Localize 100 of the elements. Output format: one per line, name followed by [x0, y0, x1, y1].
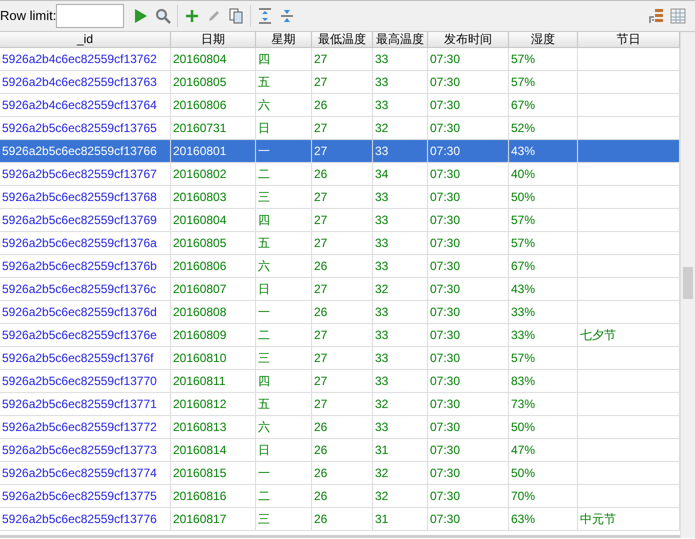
table-cell: 四 — [256, 209, 312, 232]
table-cell: 26 — [312, 255, 373, 278]
table-cell: 07:30 — [428, 508, 509, 531]
table-cell: 27 — [312, 393, 373, 416]
table-cell: 26 — [312, 485, 373, 508]
table-cell: 20160805 — [171, 232, 256, 255]
table-cell: 五 — [256, 393, 312, 416]
table-cell: 5926a2b5c6ec82559cf1376b — [0, 255, 171, 278]
column-header[interactable]: 日期 — [171, 32, 256, 48]
table-cell: 31 — [373, 508, 428, 531]
column-header[interactable]: 湿度 — [509, 32, 578, 48]
table-cell: 33% — [509, 324, 578, 347]
column-header[interactable]: 最高温度 — [373, 32, 428, 48]
table-cell: 33% — [509, 301, 578, 324]
table-cell: 5926a2b4c6ec82559cf13764 — [0, 94, 171, 117]
table-cell: 27 — [312, 140, 373, 163]
table-cell: 33 — [373, 416, 428, 439]
table-cell: 07:30 — [428, 140, 509, 163]
table-cell: 20160806 — [171, 255, 256, 278]
table-cell: 5926a2b5c6ec82559cf13766 — [0, 140, 171, 163]
table-cell: 07:30 — [428, 462, 509, 485]
table-cell: 日 — [256, 439, 312, 462]
table-cell: 07:30 — [428, 71, 509, 94]
table-cell: 33 — [373, 186, 428, 209]
table-cell: 5926a2b5c6ec82559cf13776 — [0, 508, 171, 531]
table-cell: 67% — [509, 255, 578, 278]
table-cell: 一 — [256, 140, 312, 163]
table-cell: 26 — [312, 416, 373, 439]
table-cell: 5926a2b5c6ec82559cf1376e — [0, 324, 171, 347]
table-cell: 5926a2b5c6ec82559cf1376a — [0, 232, 171, 255]
table-cell: 20160812 — [171, 393, 256, 416]
table-cell: 五 — [256, 232, 312, 255]
table-cell: 27 — [312, 347, 373, 370]
table-cell: 20160816 — [171, 485, 256, 508]
column-header[interactable]: 节日 — [578, 32, 680, 48]
table-cell: 57% — [509, 209, 578, 232]
table-cell: 07:30 — [428, 163, 509, 186]
table-cell: 一 — [256, 462, 312, 485]
table-cell: 20160815 — [171, 462, 256, 485]
table-cell: 20160805 — [171, 71, 256, 94]
table-cell: 67% — [509, 94, 578, 117]
table-cell: 07:30 — [428, 416, 509, 439]
table-cell: 34 — [373, 163, 428, 186]
table-cell: 27 — [312, 324, 373, 347]
table-cell: 40% — [509, 163, 578, 186]
table-cell: 27 — [312, 209, 373, 232]
scrollbar[interactable] — [680, 32, 695, 538]
table-cell: 33 — [373, 71, 428, 94]
table-cell: 5926a2b4c6ec82559cf13762 — [0, 48, 171, 71]
table-cell: 5926a2b5c6ec82559cf13774 — [0, 462, 171, 485]
table-cell: 07:30 — [428, 393, 509, 416]
column-header[interactable]: _id — [0, 32, 171, 48]
table-cell: 二 — [256, 163, 312, 186]
table-cell: 43% — [509, 278, 578, 301]
table-cell: 三 — [256, 186, 312, 209]
table-cell: 07:30 — [428, 94, 509, 117]
table-cell: 33 — [373, 347, 428, 370]
table-cell: 32 — [373, 485, 428, 508]
column-header[interactable]: 发布时间 — [428, 32, 509, 48]
table-cell: 57% — [509, 48, 578, 71]
table-cell: 日 — [256, 278, 312, 301]
row-limit-label: Row limit: — [0, 7, 56, 26]
table-cell: 83% — [509, 370, 578, 393]
table-cell: 5926a2b5c6ec82559cf13773 — [0, 439, 171, 462]
table-cell: 33 — [373, 48, 428, 71]
table-cell: 57% — [509, 232, 578, 255]
table-cell: 20160802 — [171, 163, 256, 186]
table-cell: 26 — [312, 439, 373, 462]
table-cell: 20160804 — [171, 209, 256, 232]
table-cell: 32 — [373, 462, 428, 485]
column-header[interactable]: 星期 — [256, 32, 312, 48]
table-cell: 07:30 — [428, 439, 509, 462]
row-limit-field[interactable] — [56, 4, 124, 28]
table-cell: 33 — [373, 232, 428, 255]
table-cell: 07:30 — [428, 232, 509, 255]
table-cell: 50% — [509, 462, 578, 485]
table-cell: 07:30 — [428, 485, 509, 508]
table-cell: 六 — [256, 255, 312, 278]
table-cell: 33 — [373, 301, 428, 324]
table-cell: 26 — [312, 163, 373, 186]
table-cell: 07:30 — [428, 370, 509, 393]
table-cell: 20160803 — [171, 186, 256, 209]
table-cell: 07:30 — [428, 347, 509, 370]
table-cell: 5926a2b5c6ec82559cf13772 — [0, 416, 171, 439]
table-cell: 50% — [509, 186, 578, 209]
table-cell: 50% — [509, 416, 578, 439]
table-cell: 33 — [373, 209, 428, 232]
table-cell: 07:30 — [428, 324, 509, 347]
table-cell: 33 — [373, 94, 428, 117]
table-cell: 33 — [373, 140, 428, 163]
table-cell: 33 — [373, 255, 428, 278]
table-cell: 一 — [256, 301, 312, 324]
table-cell: 26 — [312, 301, 373, 324]
table-cell: 27 — [312, 278, 373, 301]
table-cell: 20160806 — [171, 94, 256, 117]
table-cell: 32 — [373, 393, 428, 416]
table-cell: 20160809 — [171, 324, 256, 347]
table-cell: 20160813 — [171, 416, 256, 439]
table-cell: 六 — [256, 94, 312, 117]
column-header[interactable]: 最低温度 — [312, 32, 373, 48]
